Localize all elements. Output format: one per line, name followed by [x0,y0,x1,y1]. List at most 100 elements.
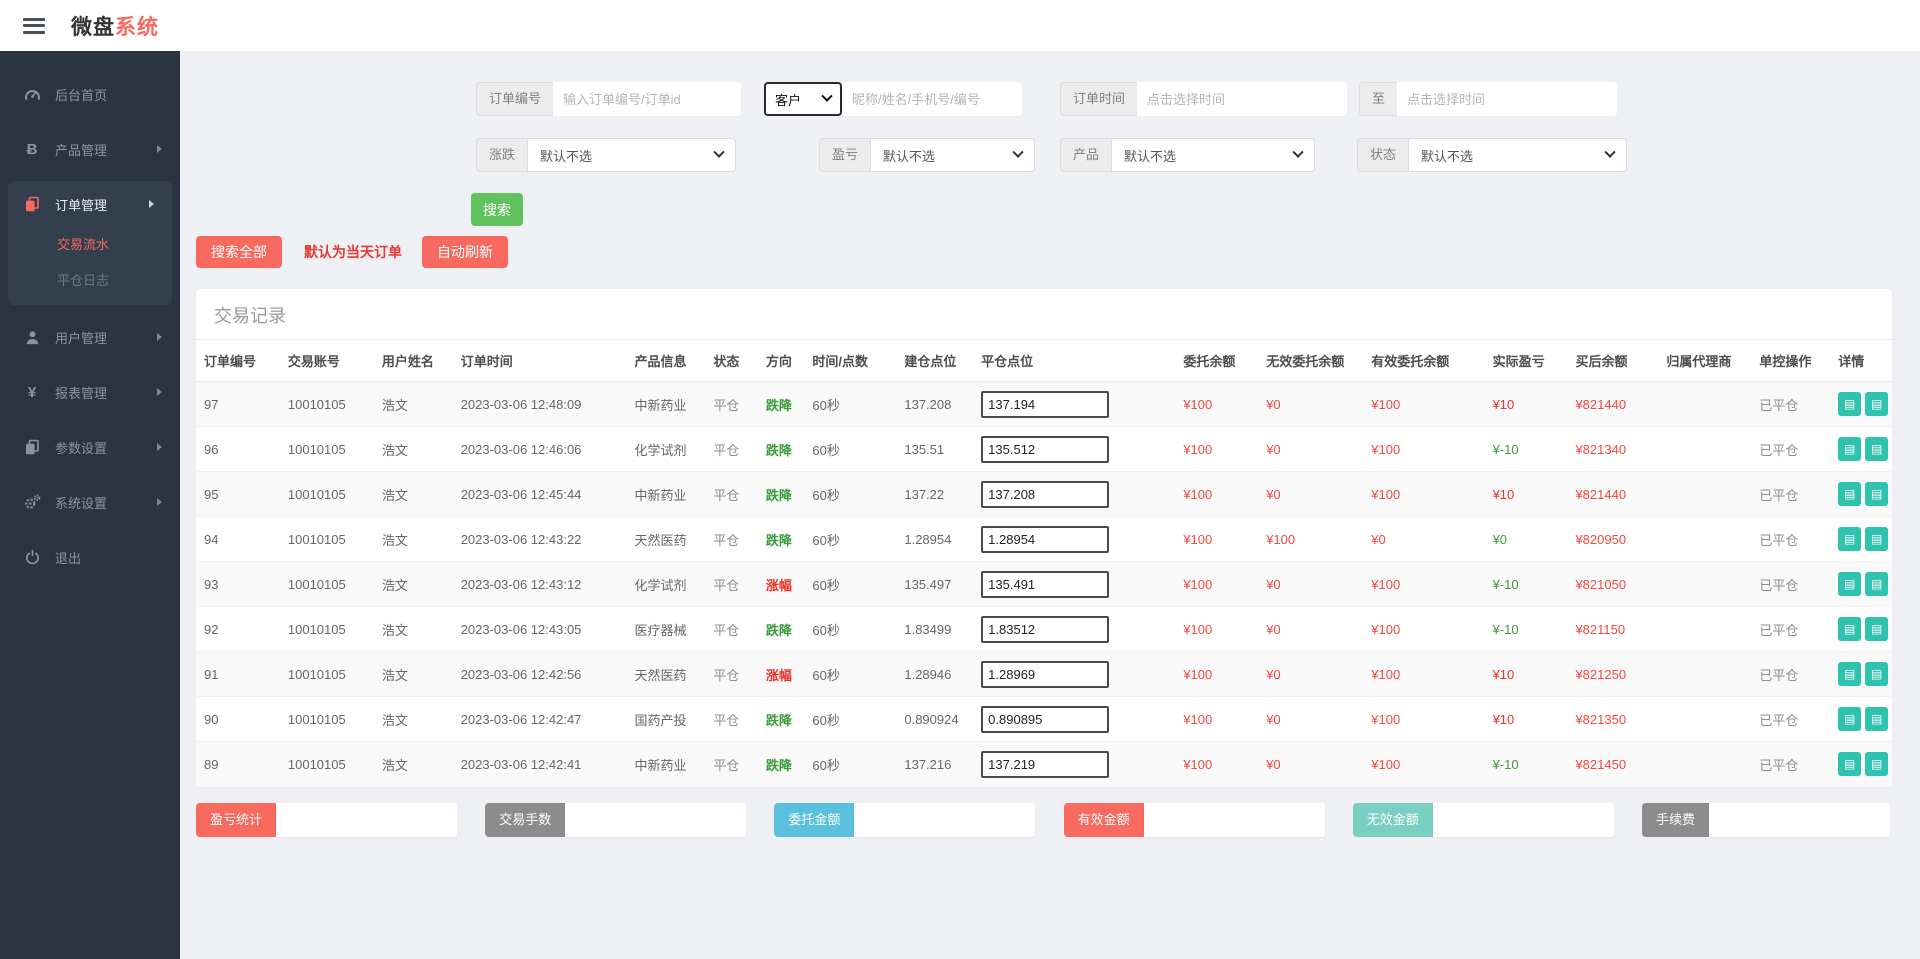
cell-close-point [973,741,1176,787]
search-button[interactable]: 搜索 [471,193,523,226]
cell-valid-entrust: ¥100 [1363,606,1485,652]
search-all-button[interactable]: 搜索全部 [196,236,282,268]
cell-detail: ▤ ▤ [1830,516,1892,562]
order-detail-icon[interactable]: ▤ [1865,572,1889,596]
rise-fall-select[interactable]: 默认不选 [527,138,737,172]
order-detail-icon[interactable]: ▤ [1865,707,1889,731]
sidebar-item-users[interactable]: 用户管理 [0,314,180,360]
cell-agent [1658,382,1751,427]
cell-valid-entrust: ¥100 [1363,651,1485,697]
sidebar-item-logout[interactable]: 退出 [0,534,180,580]
cell-direction: 跌降 [757,516,805,562]
close-point-input[interactable] [981,480,1110,508]
cell-open-point: 137.22 [896,471,974,517]
column-header-4: 产品信息 [626,339,706,382]
order-detail-icon[interactable]: ▤ [1838,392,1862,416]
cell-control: 已平仓 [1751,651,1831,697]
cell-status: 平仓 [705,426,758,472]
close-point-input[interactable] [981,750,1110,778]
close-point-input[interactable] [981,570,1110,598]
order-detail-icon[interactable]: ▤ [1865,392,1889,416]
order-time-label: 订单时间 [1060,82,1138,116]
cell-order-no: 93 [196,561,280,607]
sidebar-item-dashboard[interactable]: 后台首页 [0,71,180,117]
status-select[interactable]: 默认不选 [1408,138,1628,172]
customer-filter: 客户 [764,82,1022,116]
auto-refresh-button[interactable]: 自动刷新 [422,236,508,268]
sidebar-item-products[interactable]: Ƀ 产品管理 [0,126,180,172]
cell-order-no: 89 [196,741,280,787]
order-detail-icon[interactable]: ▤ [1865,752,1889,777]
order-detail-icon[interactable]: ▤ [1838,707,1862,731]
product-select[interactable]: 默认不选 [1111,138,1316,172]
table-row: 90 10010105 浩文 2023-03-06 12:42:47 国药产投 … [196,696,1892,742]
sidebar-subitem[interactable]: 交易流水 [8,227,172,263]
close-point-input[interactable] [981,660,1110,688]
cell-order-no: 92 [196,606,280,652]
summary-value-input[interactable] [1143,802,1325,837]
order-detail-icon[interactable]: ▤ [1838,752,1862,777]
order-detail-icon[interactable]: ▤ [1865,527,1889,551]
order-detail-icon[interactable]: ▤ [1838,437,1862,461]
cell-detail: ▤ ▤ [1830,696,1892,742]
sidebar-item-params[interactable]: 参数设置 [0,424,180,470]
cell-name: 浩文 [373,696,453,742]
summary-value-input[interactable] [1432,802,1614,837]
cell-agent [1658,696,1752,742]
today-orders-note: 默认为当天订单 [304,244,402,260]
order-detail-icon[interactable]: ▤ [1838,572,1862,596]
order-time-start-input[interactable] [1137,82,1348,116]
close-point-input[interactable] [981,615,1110,643]
sidebar-item-reports[interactable]: ¥ 报表管理 [0,369,180,415]
order-detail-icon[interactable]: ▤ [1838,662,1862,686]
sidebar-subitem[interactable]: 平仓日志 [8,263,172,299]
cell-direction: 跌降 [765,397,792,413]
sidebar-item-orders[interactable]: 订单管理 [8,181,172,227]
cell-status: 平仓 [705,471,758,517]
cell-open-point: 137.216 [896,741,974,787]
cell-entrust-balance: ¥100 [1175,651,1259,697]
cell-valid-entrust: ¥100 [1363,561,1485,607]
dashboard-icon [22,87,42,102]
trade-records-table: 订单编号 交易账号 用户姓名 订单时间 产品信息 状态 方向 时间/点数 建仓点位 平仓点位 委托余… [196,339,1892,787]
summary-value-input[interactable] [854,802,1036,837]
customer-type-select[interactable]: 客户 [764,82,842,116]
order-detail-icon[interactable]: ▤ [1838,482,1862,506]
summary-value-input[interactable] [565,802,747,837]
cell-valid-entrust: ¥100 [1363,741,1485,787]
cell-after-balance: ¥821340 [1567,426,1659,472]
order-detail-icon[interactable]: ▤ [1838,617,1862,641]
cell-duration: 60秒 [804,516,897,562]
cell-profit: ¥-10 [1484,606,1568,652]
profit-loss-select[interactable]: 默认不选 [870,138,1036,172]
cell-account: 10010105 [279,516,374,562]
hamburger-menu-icon[interactable] [23,17,45,34]
cell-account: 10010105 [279,696,374,742]
summary-value-input[interactable] [276,802,458,837]
customer-input[interactable] [842,82,1022,116]
order-time-end-input[interactable] [1397,82,1618,116]
column-header-13: 实际盈亏 [1484,339,1568,382]
order-detail-icon[interactable]: ▤ [1865,662,1889,686]
close-point-input[interactable] [981,525,1110,553]
cell-agent [1658,741,1752,787]
column-header-17: 详情 [1830,339,1892,382]
cell-status: 平仓 [705,696,758,742]
order-no-input[interactable] [553,82,742,116]
order-detail-icon[interactable]: ▤ [1865,437,1889,461]
sidebar-item-system[interactable]: 系统设置 [0,479,180,525]
sidebar-item-label: 参数设置 [55,440,108,456]
order-detail-icon[interactable]: ▤ [1865,482,1889,506]
summary-group: 交易手数 [485,802,747,837]
table-row: 94 10010105 浩文 2023-03-06 12:43:22 天然医药 … [196,516,1892,562]
close-point-input[interactable] [981,390,1110,418]
cell-duration: 60秒 [804,426,897,472]
order-detail-icon[interactable]: ▤ [1865,617,1889,641]
cell-direction: 涨幅 [757,561,805,607]
cell-name: 浩文 [373,561,453,607]
cell-valid-entrust: ¥100 [1371,396,1401,412]
close-point-input[interactable] [981,435,1110,463]
summary-value-input[interactable] [1708,802,1890,837]
order-detail-icon[interactable]: ▤ [1838,527,1862,551]
close-point-input[interactable] [981,705,1110,733]
